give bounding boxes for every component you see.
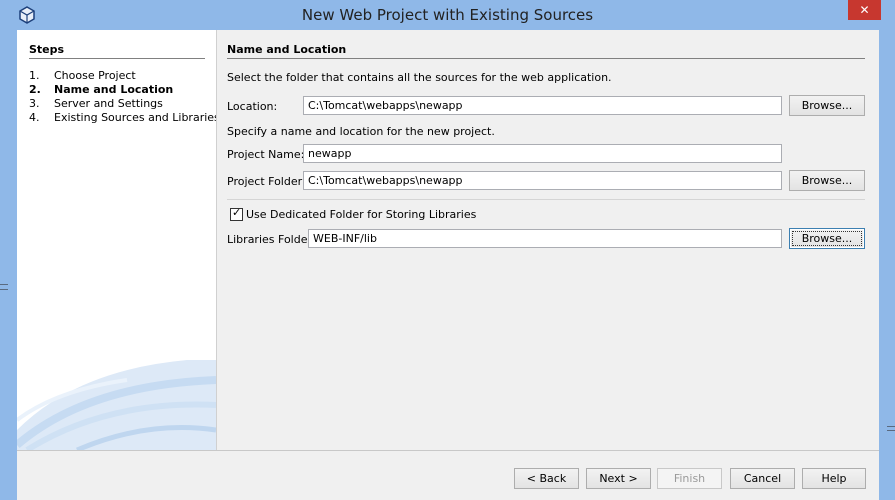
finish-button[interactable]: Finish <box>657 468 722 489</box>
step-existing-sources: 4. Existing Sources and Libraries <box>29 111 217 124</box>
libraries-folder-browse-button[interactable]: Browse... <box>789 228 865 249</box>
steps-heading: Steps <box>29 43 205 59</box>
project-folder-label: Project Folder: <box>227 175 306 188</box>
step-number: 1. <box>29 69 40 82</box>
close-button[interactable]: ✕ <box>848 0 881 20</box>
project-name-field[interactable] <box>303 144 782 163</box>
project-folder-field[interactable] <box>303 171 782 190</box>
panel-heading: Name and Location <box>227 43 865 59</box>
step-number: 2. <box>29 83 41 96</box>
frame-tick <box>887 426 895 427</box>
frame-tick <box>0 284 8 285</box>
footer-separator <box>17 450 879 451</box>
window-frame-left <box>0 30 17 500</box>
libraries-folder-field[interactable] <box>308 229 782 248</box>
step-name-and-location: 2. Name and Location <box>29 83 173 96</box>
step-label: Server and Settings <box>54 97 163 110</box>
step-choose-project: 1. Choose Project <box>29 69 136 82</box>
project-folder-browse-button[interactable]: Browse... <box>789 170 865 191</box>
title-bar: New Web Project with Existing Sources ✕ <box>0 0 895 30</box>
step-number: 4. <box>29 111 40 124</box>
location-label: Location: <box>227 100 278 113</box>
location-field[interactable] <box>303 96 782 115</box>
window-title: New Web Project with Existing Sources <box>301 6 594 24</box>
name-and-location-panel: Name and Location Select the folder that… <box>217 30 879 450</box>
step-label: Choose Project <box>54 69 136 82</box>
specify-text: Specify a name and location for the new … <box>227 125 495 138</box>
frame-tick <box>887 430 895 431</box>
location-browse-button[interactable]: Browse... <box>789 95 865 116</box>
back-button[interactable]: < Back <box>514 468 579 489</box>
step-server-and-settings: 3. Server and Settings <box>29 97 163 110</box>
libraries-folder-label: Libraries Folder: <box>227 233 316 246</box>
cancel-button[interactable]: Cancel <box>730 468 795 489</box>
dedicated-folder-label: Use Dedicated Folder for Storing Librari… <box>246 208 477 221</box>
step-label: Name and Location <box>54 83 174 96</box>
window-frame-right <box>879 30 895 500</box>
next-button[interactable]: Next > <box>586 468 651 489</box>
frame-tick <box>0 289 8 290</box>
wizard-decoration-image <box>17 360 216 450</box>
help-button[interactable]: Help <box>802 468 866 489</box>
step-label: Existing Sources and Libraries <box>54 111 217 124</box>
project-name-label: Project Name: <box>227 148 305 161</box>
separator <box>227 199 865 200</box>
dedicated-folder-checkbox[interactable] <box>230 206 243 221</box>
step-number: 3. <box>29 97 40 110</box>
steps-panel: Steps 1. Choose Project 2. Name and Locati… <box>17 30 217 450</box>
instruction-text: Select the folder that contains all the … <box>227 71 612 84</box>
